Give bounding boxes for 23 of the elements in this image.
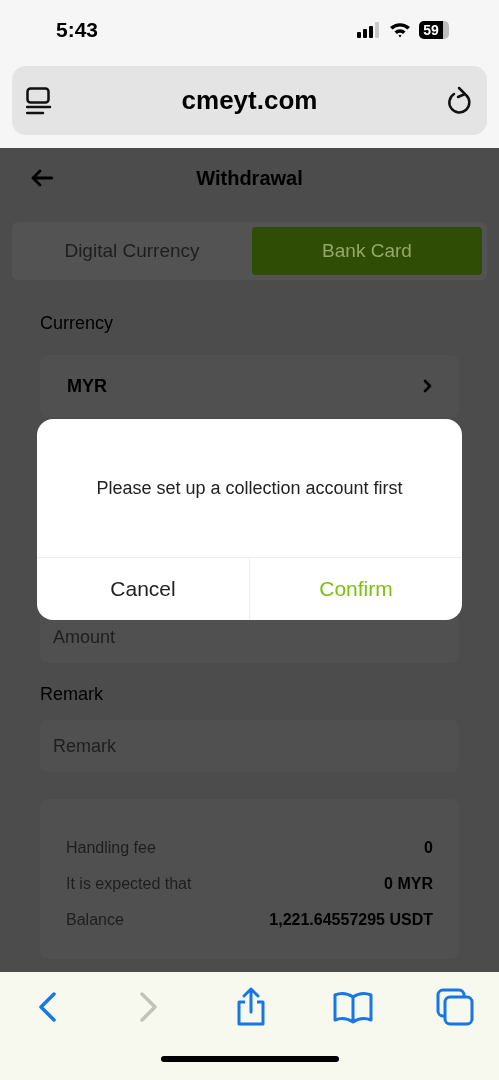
summary-value: 0: [424, 838, 433, 858]
dialog-message: Please set up a collection account first: [96, 476, 403, 500]
battery-indicator: 59: [419, 21, 449, 39]
book-icon[interactable]: [333, 990, 373, 1024]
url-text: cmeyt.com: [181, 84, 318, 117]
reload-icon[interactable]: [447, 85, 473, 116]
clock-time: 5:43: [56, 17, 99, 44]
currency-select[interactable]: MYR: [40, 355, 459, 417]
chevron-right-icon: [423, 379, 432, 393]
page-menu-icon[interactable]: [26, 86, 52, 115]
field-label: Currency: [40, 312, 115, 335]
wifi-icon: [389, 22, 411, 38]
summary-value: 1,221.64557295 USDT: [269, 910, 433, 930]
back-arrow-icon[interactable]: [31, 169, 53, 187]
back-icon[interactable]: [36, 991, 58, 1023]
address-bar[interactable]: cmeyt.com: [12, 66, 487, 135]
tab[interactable]: Bank Card: [252, 227, 482, 275]
tabs-icon[interactable]: [436, 988, 474, 1026]
page-title: Withdrawal: [196, 166, 303, 191]
summary-value: 0 MYR: [384, 874, 433, 894]
field-label: Remark: [40, 683, 104, 706]
confirm-button[interactable]: Confirm: [249, 558, 462, 620]
signal-icon: [357, 22, 381, 38]
